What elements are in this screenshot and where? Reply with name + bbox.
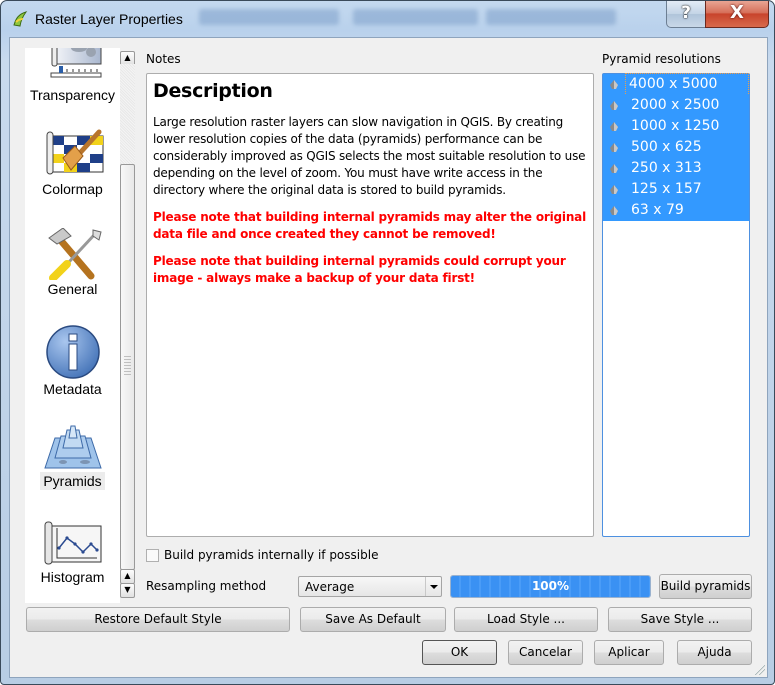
build-internal-checkbox[interactable] <box>146 549 159 562</box>
background-tab <box>486 9 616 25</box>
dialog-body: Transparency Colormap General Metadata P… <box>9 37 768 678</box>
pyramid-progress-bar: 100% <box>450 575 651 598</box>
resize-grip[interactable] <box>755 665 765 675</box>
pyramid-level-icon <box>610 101 618 110</box>
sidebar-item-label: General <box>47 281 98 297</box>
pyramid-resolution-label: 4000 x 5000 <box>625 73 749 96</box>
scroll-up-button-bottom[interactable]: ▲ <box>120 569 135 584</box>
sidebar-item-colormap[interactable]: Colormap <box>25 128 120 198</box>
transparency-icon <box>50 48 101 78</box>
close-button[interactable]: X <box>705 1 769 28</box>
resampling-method-value: Average <box>305 580 355 594</box>
sidebar-item-pyramids[interactable]: Pyramids <box>25 424 120 490</box>
sidebar-item-general[interactable]: General <box>25 228 120 298</box>
notes-title: Description <box>153 80 273 102</box>
pyramid-level-icon <box>610 206 618 215</box>
sidebar-list: Transparency Colormap General Metadata P… <box>25 48 120 603</box>
tools-icon <box>47 228 102 280</box>
pyramid-resolution-item[interactable]: 2000 x 2500 <box>603 95 749 116</box>
help-title-button[interactable]: ? <box>666 1 706 28</box>
sidebar-item-label: Metadata <box>43 381 102 397</box>
pyramid-level-icon <box>610 143 618 152</box>
colormap-icon <box>46 129 103 175</box>
pyramid-level-icon <box>610 80 618 89</box>
sidebar-item-label: Histogram <box>40 569 105 585</box>
pyramid-resolution-label: 2000 x 2500 <box>631 97 720 113</box>
pyramid-resolution-item[interactable]: 500 x 625 <box>603 137 749 158</box>
pyramid-level-icon <box>610 185 618 194</box>
scroll-track[interactable] <box>120 64 135 570</box>
warning-alter-file: Please note that building internal pyram… <box>153 210 586 241</box>
background-tab <box>353 9 478 25</box>
pyramid-resolution-label: 125 x 157 <box>631 181 702 197</box>
resampling-method-label: Resampling method <box>146 579 267 593</box>
pyramid-resolution-label: 63 x 79 <box>631 202 684 218</box>
grip-icon <box>124 355 131 375</box>
info-icon <box>45 325 100 379</box>
pyramid-resolution-label: 250 x 313 <box>631 160 702 176</box>
histogram-icon <box>44 521 101 565</box>
sidebar-item-label: Transparency <box>29 87 116 103</box>
cancel-button[interactable]: Cancelar <box>508 640 583 665</box>
notes-panel: Description Large resolution raster laye… <box>146 73 594 537</box>
qgis-app-icon <box>13 11 28 27</box>
sidebar-scrollbar[interactable]: ▲ ▲ ▼ <box>120 48 135 603</box>
pyramid-resolution-item[interactable]: 1000 x 1250 <box>603 116 749 137</box>
title-bar[interactable]: Raster Layer Properties ? X <box>1 1 774 37</box>
save-style-button[interactable]: Save Style ... <box>608 607 752 632</box>
pyramid-resolution-item[interactable]: 4000 x 5000 <box>603 73 749 96</box>
scroll-thumb[interactable] <box>120 164 135 570</box>
pyramid-resolutions-list[interactable]: 4000 x 5000 2000 x 2500 1000 x 1250 500 x 6… <box>602 73 750 537</box>
scroll-down-button[interactable]: ▼ <box>120 583 135 598</box>
save-as-default-button[interactable]: Save As Default <box>300 607 446 632</box>
pyramid-resolutions-label: Pyramid resolutions <box>602 52 721 66</box>
warning-corrupt-image: Please note that building internal pyram… <box>153 254 566 285</box>
background-tab <box>199 9 339 25</box>
sidebar-item-transparency[interactable]: Transparency <box>25 48 120 104</box>
notes-label: Notes <box>146 52 181 66</box>
sidebar-item-label: Colormap <box>42 181 103 197</box>
pyramid-resolution-label: 500 x 625 <box>631 139 702 155</box>
pyramid-resolution-item[interactable]: 125 x 157 <box>603 179 749 200</box>
progress-text: 100% <box>531 579 570 593</box>
chevron-down-icon <box>430 585 438 589</box>
sidebar-item-metadata[interactable]: Metadata <box>25 324 120 398</box>
sidebar-item-label: Pyramids <box>40 472 105 490</box>
pyramid-resolution-item[interactable]: 63 x 79 <box>603 200 749 221</box>
ok-button[interactable]: OK <box>422 640 497 665</box>
pyramid-resolution-item[interactable]: 250 x 313 <box>603 158 749 179</box>
restore-default-style-button[interactable]: Restore Default Style <box>26 607 290 632</box>
window-title: Raster Layer Properties <box>35 11 183 27</box>
pyramid-resolution-label: 1000 x 1250 <box>631 118 720 134</box>
apply-button[interactable]: Aplicar <box>594 640 664 665</box>
resampling-method-select[interactable]: Average <box>298 576 442 597</box>
load-style-button[interactable]: Load Style ... <box>454 607 598 632</box>
pyramid-level-icon <box>610 164 618 173</box>
notes-body: Large resolution raster layers can slow … <box>153 115 586 197</box>
sidebar-item-histogram[interactable]: Histogram <box>25 520 120 586</box>
help-button[interactable]: Ajuda <box>677 640 752 665</box>
pyramid-icon <box>43 425 102 469</box>
raster-layer-properties-window: Raster Layer Properties ? X Transparency… <box>0 0 775 685</box>
build-internal-label: Build pyramids internally if possible <box>164 548 379 562</box>
dropdown-button[interactable] <box>425 577 441 596</box>
pyramid-level-icon <box>610 122 618 131</box>
build-pyramids-button[interactable]: Build pyramids <box>659 574 752 599</box>
